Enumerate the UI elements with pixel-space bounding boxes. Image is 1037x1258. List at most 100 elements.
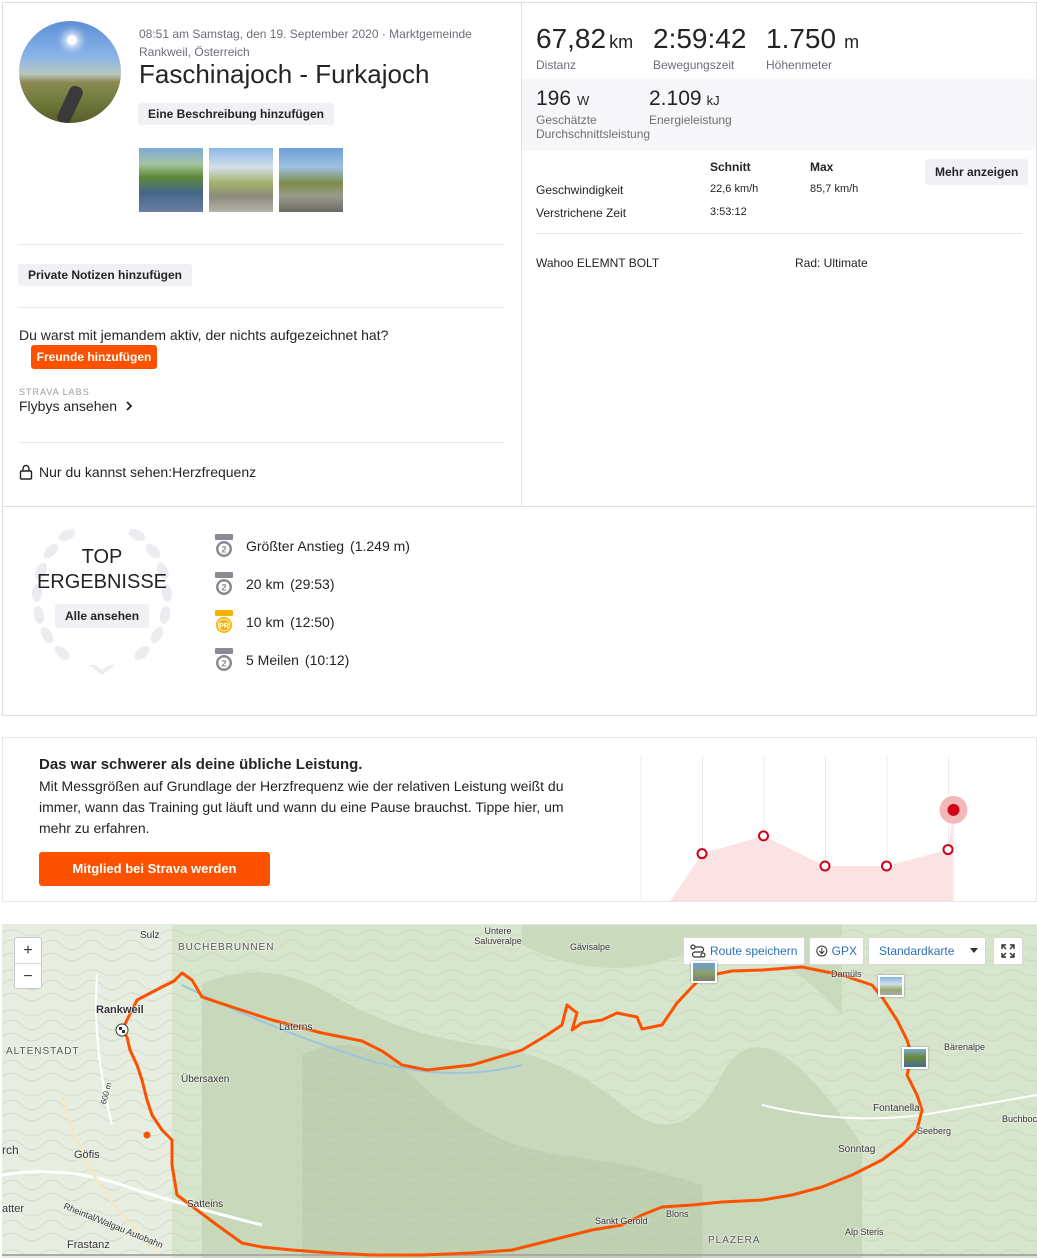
save-route-label: Route speichern [710,944,798,958]
activity-photo[interactable] [139,148,203,212]
distance-label: Distanz [536,58,577,72]
relative-effort-promo[interactable]: Das war schwerer als deine übliche Leist… [2,737,1037,902]
svg-text:2: 2 [221,583,226,593]
flybys-link[interactable]: Flybys ansehen [19,398,133,414]
energy-value: 2.109 kJ [649,87,720,110]
add-description-button[interactable]: Eine Beschreibung hinzufügen [138,103,335,125]
gpx-label: GPX [831,944,857,958]
distance-value: 67,82 km [536,23,634,54]
see-all-button[interactable]: Alle ansehen [55,604,150,628]
achievement-value: (1.249 m) [350,538,410,554]
athlete-avatar[interactable] [19,21,121,123]
elapsed-label: Verstrichene Zeit [536,206,627,220]
achievement-value: (29:53) [290,576,335,592]
place-label: PLAZERA [708,1235,761,1246]
activity-meta: 08:51 am Samstag, den 19. September 2020… [139,27,472,59]
achievement-label: 10 km [246,614,285,630]
place-label: Damüls [831,969,862,979]
divider [19,244,505,245]
energy-label: Energieleistung [649,113,732,127]
activity-stats: 67,82 km Distanz 2:59:42 Bewegungszeit 1.… [522,3,1036,507]
activity-details: 08:51 am Samstag, den 19. September 2020… [3,3,522,507]
route-icon [690,944,706,958]
bike-name[interactable]: Rad: Ultimate [795,256,868,270]
place-label: ALTENSTADT [6,1046,80,1057]
place-label: Frastanz [67,1239,110,1251]
chart-area [670,809,954,901]
zoom-out-button[interactable]: − [15,964,41,990]
elapsed-avg: 3:53:12 [710,206,747,218]
device-name: Wahoo ELEMNT BOLT [536,256,660,270]
place-label: Laterns [279,1022,313,1033]
place-label: Fontanella [873,1103,920,1114]
top-results-heading: TOP ERGEBNISSE [36,546,168,593]
chart-point [947,803,960,816]
place-label: Buchboc [1002,1114,1037,1124]
fullscreen-button[interactable] [993,937,1023,965]
divider [19,442,505,443]
activity-title: Faschinajoch - Furkajoch [139,59,430,89]
place-label: Sankt Gerold [595,1216,648,1226]
moving-time-label: Bewegungszeit [653,58,735,72]
map-photo-marker[interactable] [902,1047,928,1069]
column-avg: Schnitt [710,160,751,174]
activity-card: 08:51 am Samstag, den 19. September 2020… [2,2,1037,507]
chart-point [942,844,954,856]
medal-icon: 2 [215,534,233,557]
svg-text:2: 2 [221,545,226,555]
caret-down-icon [970,948,978,953]
speed-label: Geschwindigkeit [536,183,624,197]
divider [19,307,505,308]
zoom-in-button[interactable]: + [15,938,41,964]
elevation-value: 1.750 m [766,23,860,54]
map-type-label: Standardkarte [879,944,955,958]
pr-medal-icon: PR [215,610,233,633]
place-label: rch [2,1143,19,1157]
achievement-label: 5 Meilen [246,652,299,668]
achievement-label: 20 km [246,576,285,592]
activity-photo[interactable] [279,148,343,212]
zoom-controls: + − [14,937,42,989]
chart-point [758,830,769,842]
private-notes-button[interactable]: Private Notizen hinzufügen [18,264,193,286]
join-strava-button[interactable]: Mitglied bei Strava werden [39,852,270,886]
place-label: atter [2,1203,25,1215]
flybys-label: Flybys ansehen [19,398,118,414]
place-label: Untere Saluveralpe [474,926,522,946]
lock-icon [19,464,33,480]
svg-text:PR: PR [219,623,229,630]
download-icon [816,945,828,957]
achievement-item[interactable]: 2 Größter Anstieg (1.249 m) [212,533,410,559]
achievement-value: (10:12) [304,652,350,668]
place-label: Bärenalpe [944,1042,986,1052]
gpx-button[interactable]: GPX [809,937,864,965]
place-label: Seeberg [917,1126,952,1136]
chevron-right-icon [126,401,133,411]
achievement-item[interactable]: 2 20 km (29:53) [212,571,334,597]
medal-icon: 2 [215,648,233,671]
column-max: Max [810,160,834,174]
svg-text:2: 2 [221,659,226,669]
activity-photo[interactable] [209,148,273,212]
group-question: Du warst mit jemandem aktiv, der nichts … [19,327,389,343]
map-photo-marker[interactable] [691,961,717,983]
place-label: Sonntag [838,1144,876,1155]
divider [536,233,1022,234]
more-button[interactable]: Mehr anzeigen [925,159,1029,185]
chart-point [819,860,831,872]
power-value: 196 W [536,87,590,110]
moving-time-value: 2:59:42 [653,23,747,54]
achievement-item[interactable]: PR 10 km (12:50) [212,609,334,635]
elevation-label: Höhenmeter [766,58,833,72]
map-type-select[interactable]: Standardkarte [868,937,986,965]
map-photo-marker[interactable] [878,975,904,997]
chart-point [881,860,892,872]
achievement-item[interactable]: 2 5 Meilen (10:12) [212,647,349,673]
speed-max: 85,7 km/h [810,183,859,195]
place-label: Gävisalpe [570,942,611,952]
add-friends-button[interactable]: Freunde hinzufügen [31,345,157,369]
promo-text: Mit Messgrößen auf Grundlage der Herzfre… [39,778,564,836]
route-map[interactable]: + − Route speichern GPX Standardkarte Su… [2,924,1037,1258]
laurel-wreath-icon [31,529,173,675]
place-label: Rankweil [96,1004,144,1016]
